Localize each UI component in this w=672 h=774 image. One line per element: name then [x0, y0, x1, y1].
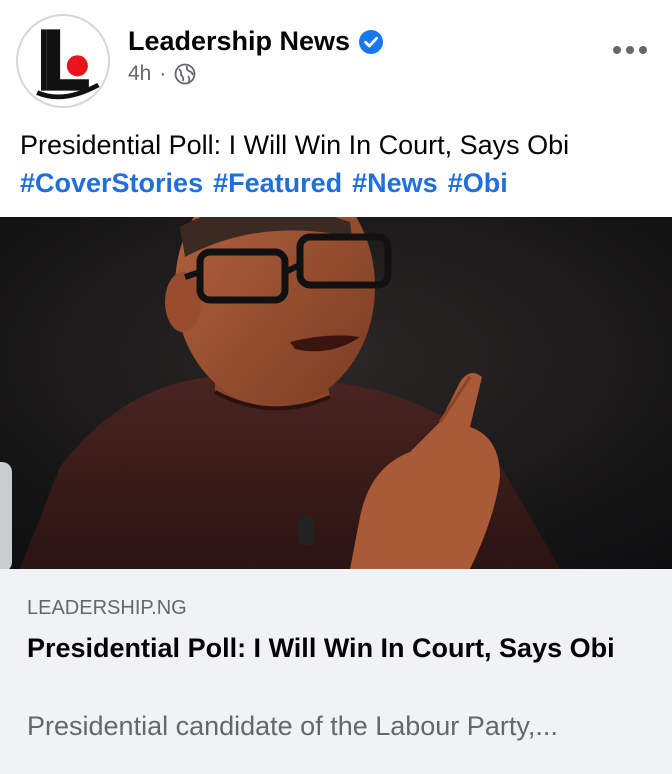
- post-timestamp[interactable]: 4h: [128, 62, 151, 86]
- hashtag-link[interactable]: #Obi: [448, 164, 508, 202]
- page-avatar[interactable]: [16, 14, 110, 108]
- post-photo[interactable]: [0, 217, 672, 569]
- link-domain: LEADERSHIP.NG: [27, 597, 187, 619]
- more-dot: [626, 46, 634, 54]
- leadership-logo-icon: [19, 17, 107, 105]
- post-text: Presidential Poll: I Will Win In Court, …: [20, 126, 660, 202]
- verified-badge-icon: [359, 29, 384, 54]
- page-name[interactable]: Leadership News: [128, 26, 350, 57]
- meta-separator: ·: [159, 62, 167, 85]
- more-dot: [613, 46, 621, 54]
- more-dot: [639, 46, 647, 54]
- edge-scroll-tab[interactable]: [0, 462, 12, 572]
- page-name-row: Leadership News: [128, 26, 384, 57]
- portrait-photo: [0, 217, 672, 569]
- hashtag-link[interactable]: #News: [352, 164, 438, 202]
- globe-icon[interactable]: [174, 63, 196, 85]
- hashtag-list: #CoverStories #Featured #News #Obi: [20, 164, 660, 202]
- link-title[interactable]: Presidential Poll: I Will Win In Court, …: [27, 629, 627, 667]
- link-description: Presidential candidate of the Labour Par…: [27, 711, 558, 741]
- link-preview-card[interactable]: LEADERSHIP.NG Presidential Poll: I Will …: [0, 569, 672, 774]
- post-meta: 4h ·: [128, 62, 196, 86]
- hashtag-link[interactable]: #Featured: [213, 164, 342, 202]
- hashtag-link[interactable]: #CoverStories: [20, 164, 203, 202]
- post-header: Leadership News 4h ·: [0, 0, 672, 118]
- more-options-icon[interactable]: [610, 40, 650, 60]
- post-caption: Presidential Poll: I Will Win In Court, …: [20, 130, 570, 160]
